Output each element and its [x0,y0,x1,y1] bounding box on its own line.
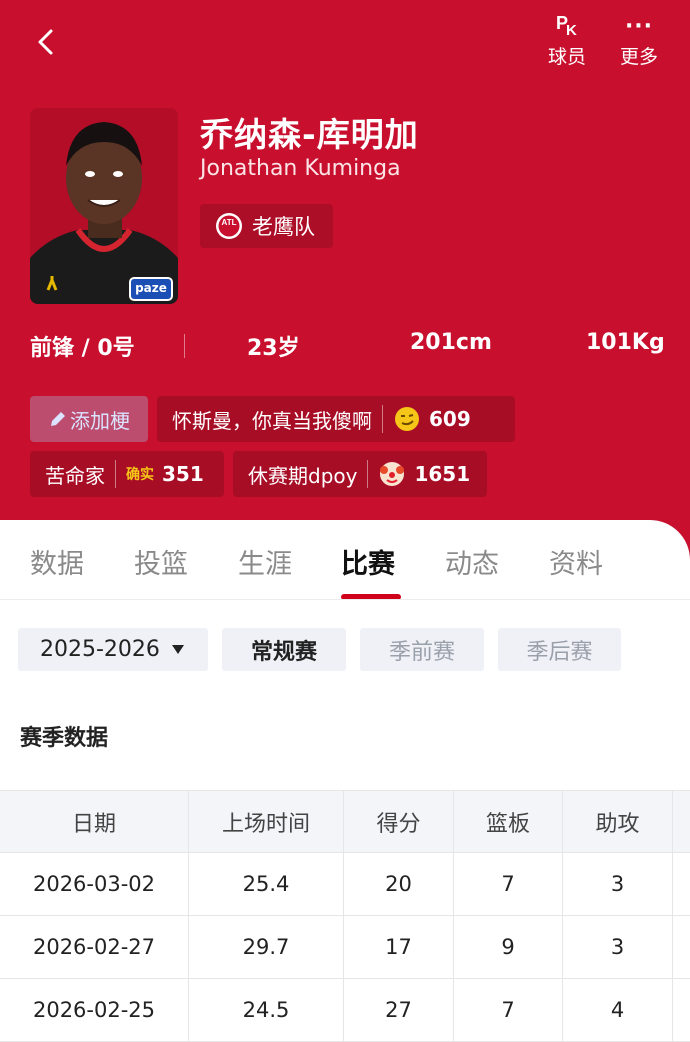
col-rebounds: 篮板 [454,791,563,853]
table-row[interactable]: 2026-02-25 24.5 27 7 4 [0,979,690,1042]
position-number: 前锋 / 0号 [30,336,135,361]
tag-item[interactable]: 怀斯曼，你真当我傻啊 609 [157,396,515,442]
tag-item[interactable]: 苦命家 确实 351 [30,451,224,497]
tag-text: 休赛期dpoy [248,463,358,488]
table-row[interactable]: 2026-02-27 29.7 17 9 3 [0,916,690,979]
cell-rebounds: 7 [454,979,563,1041]
filter-regular-season[interactable]: 常规赛 [222,628,346,671]
tabs-divider [0,599,690,600]
tag-item[interactable]: 休赛期dpoy 1651 [233,451,487,497]
tag-badge: 确实 [126,467,154,483]
section-title: 赛季数据 [20,726,109,751]
pk-button[interactable]: PK 球员 [537,12,597,72]
tag-text: 怀斯曼，你真当我傻啊 [172,408,372,433]
back-button[interactable] [26,22,66,62]
cell-minutes: 25.4 [189,853,344,915]
bio-divider [184,334,185,358]
tab-shooting[interactable]: 投篮 [134,542,188,581]
season-select[interactable]: 2025-2026 [18,628,208,671]
cell-points: 17 [344,916,454,978]
player-weight: 101Kg [586,330,665,355]
chevron-left-icon [38,29,53,55]
caret-down-icon [171,645,184,654]
col-points: 得分 [344,791,454,853]
player-height: 201cm [410,330,492,355]
player-age: 23岁 [247,336,300,361]
player-name-en: Jonathan Kuminga [200,156,401,181]
player-photo: paze [30,108,178,304]
more-dots-icon: ··· [624,13,654,39]
table-header-row: 日期 上场时间 得分 篮板 助攻 [0,790,690,853]
add-tag-label: 添加梗 [70,408,130,433]
col-date: 日期 [0,791,189,853]
more-button[interactable]: ··· 更多 [609,12,669,72]
filter-preseason[interactable]: 季前赛 [360,628,484,671]
col-minutes: 上场时间 [189,791,344,853]
cell-minutes: 29.7 [189,916,344,978]
tag-count: 609 [429,407,471,431]
team-chip[interactable]: ATL 老鹰队 [200,204,333,248]
player-portrait-image [30,108,178,304]
player-name-cn: 乔纳森-库明加 [200,115,419,154]
cell-assists: 4 [563,979,673,1041]
cell-assists: 3 [563,853,673,915]
tab-games[interactable]: 比赛 [341,542,395,581]
player-page: PK 球员 ··· 更多 paze 乔纳森-库明加 Jonathan Kumin… [0,0,690,1042]
tag-count: 1651 [414,462,471,486]
stats-table: 日期 上场时间 得分 篮板 助攻 2026-03-02 25.4 20 7 3 … [0,790,690,1042]
pk-label: 球员 [547,46,586,68]
pencil-icon [51,412,65,426]
tag-count: 351 [162,462,204,486]
tab-stats[interactable]: 数据 [30,542,84,581]
more-label: 更多 [619,46,658,68]
cell-rebounds: 9 [454,916,563,978]
cell-date: 2026-02-27 [0,916,189,978]
add-tag-button[interactable]: 添加梗 [30,396,148,442]
table-row[interactable]: 2026-03-02 25.4 20 7 3 [0,853,690,916]
tag-text: 苦命家 [45,463,105,488]
season-value: 2025-2026 [40,637,160,662]
cell-points: 20 [344,853,454,915]
tab-news[interactable]: 动态 [445,542,499,581]
smirk-emoji-icon [395,407,419,431]
col-assists: 助攻 [563,791,673,853]
clown-emoji-icon [380,462,405,486]
cell-minutes: 24.5 [189,979,344,1041]
cell-points: 27 [344,979,454,1041]
cell-rebounds: 7 [454,853,563,915]
player-bio-row: 前锋 / 0号 23岁 201cm 101Kg [0,330,690,364]
tab-profile[interactable]: 资料 [549,542,603,581]
pk-icon: PK [556,13,577,39]
team-name: 老鹰队 [252,215,315,239]
tab-bar: 数据 投篮 生涯 比赛 动态 资料 [0,520,690,600]
cell-date: 2026-02-25 [0,979,189,1041]
cell-date: 2026-03-02 [0,853,189,915]
tab-career[interactable]: 生涯 [238,542,292,581]
filter-playoffs[interactable]: 季后赛 [498,628,621,671]
team-logo-text: ATL [221,218,237,227]
cell-assists: 3 [563,916,673,978]
jersey-sponsor-text: paze [135,281,167,295]
